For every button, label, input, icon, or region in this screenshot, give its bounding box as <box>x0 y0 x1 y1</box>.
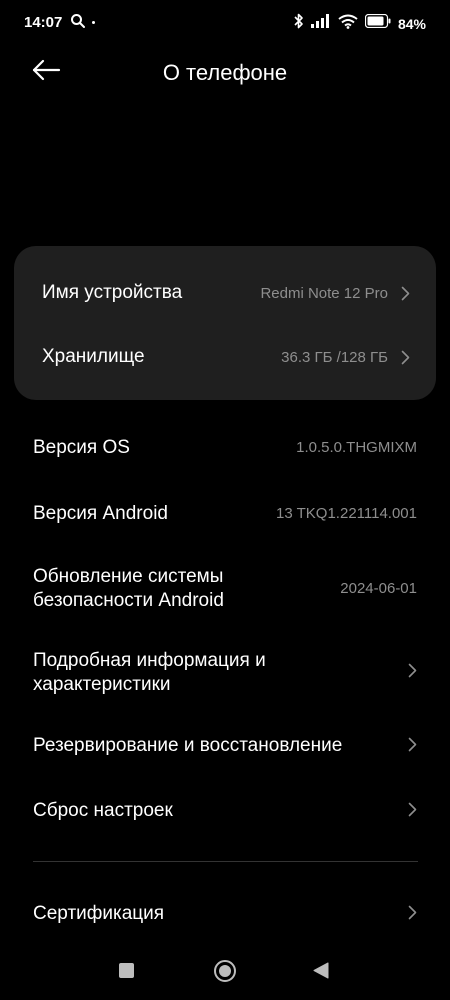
security-update-value: 2024-06-01 <box>340 580 417 597</box>
battery-icon <box>364 13 391 33</box>
chevron-right-icon <box>408 905 417 925</box>
home-button[interactable] <box>214 960 236 982</box>
search-icon <box>70 13 86 34</box>
storage-label: Хранилище <box>42 346 145 367</box>
notification-dot-icon <box>92 21 95 24</box>
status-bar: 14:07 84% <box>0 0 450 46</box>
android-version-value: 13 TKQ1.221114.001 <box>276 505 417 522</box>
status-icons: 84% <box>293 13 426 34</box>
reset-row[interactable]: Сброс настроек <box>0 781 450 841</box>
chevron-right-icon <box>401 286 410 306</box>
device-name-row[interactable]: Имя устройства Redmi Note 12 Pro <box>14 260 436 324</box>
security-update-label: Обновление системы безопасности Android <box>33 565 224 613</box>
android-version-row[interactable]: Версия Android 13 TKQ1.221114.001 <box>0 484 450 546</box>
certification-row[interactable]: Сертификация <box>0 884 450 944</box>
backup-row[interactable]: Резервирование и восстановление <box>0 716 450 776</box>
storage-value: 36.3 ГБ /128 ГБ <box>281 349 388 366</box>
details-row[interactable]: Подробная информация и характеристики <box>0 640 450 710</box>
reset-label: Сброс настроек <box>33 800 173 821</box>
certification-label: Сертификация <box>33 903 165 924</box>
security-update-label-line2: безопасности Android <box>33 590 224 611</box>
status-time: 14:07 <box>24 14 63 31</box>
os-version-row[interactable]: Версия OS 1.0.5.0.THGMIXM <box>0 418 450 480</box>
storage-row[interactable]: Хранилище 36.3 ГБ /128 ГБ <box>14 324 436 388</box>
divider <box>33 861 418 862</box>
battery-percentage: 84% <box>397 15 426 32</box>
chevron-right-icon <box>408 737 417 757</box>
android-version-label: Версия Android <box>33 503 168 524</box>
device-name-label: Имя устройства <box>42 282 183 303</box>
details-label-line2: характеристики <box>33 674 171 695</box>
nav-back-button[interactable] <box>313 962 329 984</box>
home-icon <box>219 965 231 977</box>
details-label: Подробная информация и характеристики <box>33 649 266 697</box>
chevron-right-icon <box>401 350 410 370</box>
bluetooth-icon <box>293 13 304 34</box>
os-version-label: Версия OS <box>33 437 130 458</box>
chevron-right-icon <box>408 663 417 683</box>
signal-icon <box>310 14 331 33</box>
device-name-value: Redmi Note 12 Pro <box>260 285 388 302</box>
security-update-label-line1: Обновление системы <box>33 566 224 587</box>
triangle-back-icon <box>313 962 329 983</box>
recent-apps-button[interactable] <box>119 963 134 978</box>
about-phone-screen: 14:07 84% О телефоне Имя устройства Redm… <box>0 0 450 1000</box>
security-update-row[interactable]: Обновление системы безопасности Android … <box>0 556 450 626</box>
os-version-value: 1.0.5.0.THGMIXM <box>296 439 417 456</box>
device-info-card: Имя устройства Redmi Note 12 Pro Хранили… <box>14 246 436 400</box>
wifi-icon <box>338 14 358 34</box>
chevron-right-icon <box>408 802 417 822</box>
details-label-line1: Подробная информация и <box>33 650 266 671</box>
backup-label: Резервирование и восстановление <box>33 735 343 756</box>
page-title: О телефоне <box>162 60 288 85</box>
